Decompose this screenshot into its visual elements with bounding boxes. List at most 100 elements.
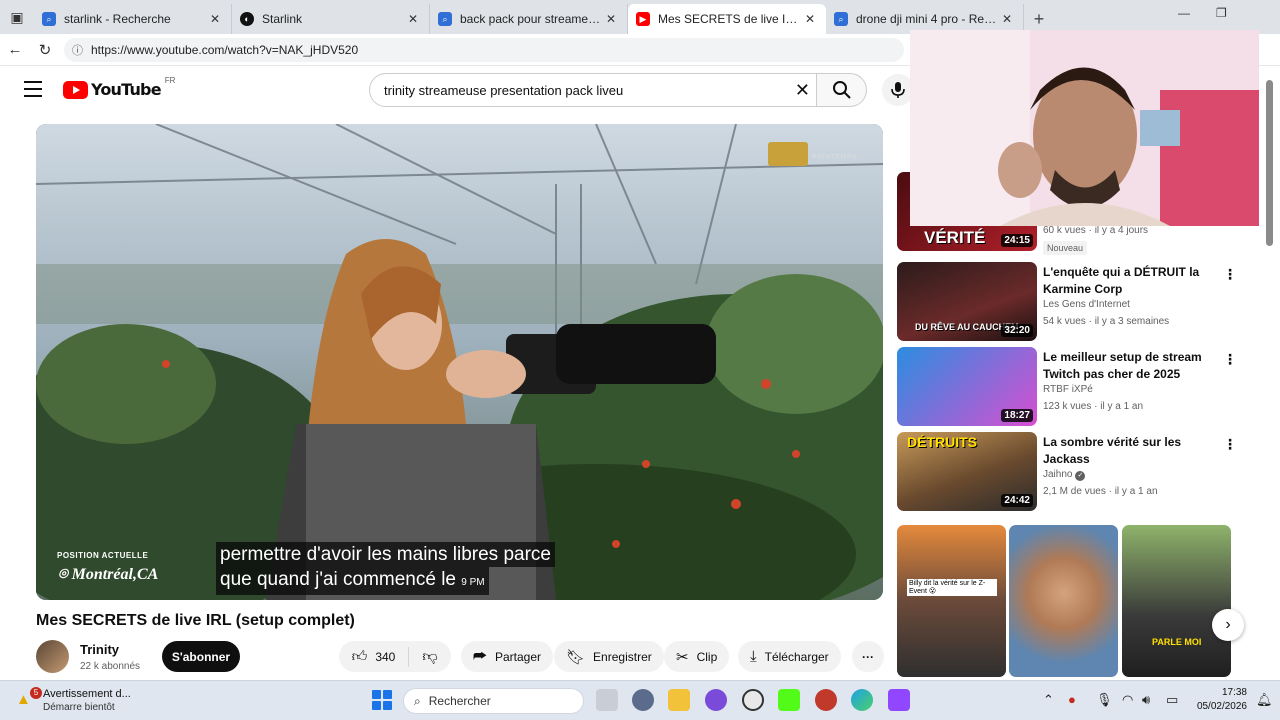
video-title[interactable]: Le meilleur setup de stream Twitch pas c… <box>1043 349 1211 383</box>
channel-name[interactable]: Trinity <box>80 642 119 657</box>
video-title[interactable]: L'enquête qui a DÉTRUIT la Karmine Corp <box>1043 264 1211 298</box>
windows-taskbar: ▲ 5 Avertissement d... Démarre bientôt ⌕… <box>0 680 1280 720</box>
short-overlay-text: Billy dit la vérité sur le Z-Event 😮 <box>907 579 997 596</box>
search-favicon-icon: ⌕ <box>834 12 848 26</box>
search-button[interactable] <box>817 73 867 107</box>
security-icon[interactable]: ● <box>1068 692 1076 707</box>
youtube-logo[interactable]: YouTube FR <box>63 76 175 99</box>
more-options-icon[interactable]: ⋮ <box>1223 351 1237 368</box>
video-frame-image <box>36 124 883 600</box>
microphone-tray-icon[interactable]: 🎙︎ <box>1096 692 1113 708</box>
channel-avatar[interactable] <box>36 640 69 673</box>
file-explorer-icon[interactable] <box>668 689 690 711</box>
search-icon <box>832 81 851 99</box>
scrollbar-thumb[interactable] <box>1266 80 1273 246</box>
clock-date: 05/02/2026 <box>1196 701 1247 712</box>
copilot-icon[interactable] <box>632 689 654 711</box>
starlink-favicon-icon: ◐ <box>240 12 254 26</box>
download-label: Télécharger <box>764 649 829 664</box>
share-button[interactable]: ⮫ Partager <box>461 641 553 672</box>
youtube-play-icon <box>63 80 88 99</box>
start-menu-icon[interactable] <box>372 690 392 710</box>
notification-widget[interactable]: ▲ 5 Avertissement d... Démarre bientôt <box>12 687 152 717</box>
sidebar-video-3[interactable]: DÉTRUITS 24:42 La sombre vérité sur les … <box>897 432 1237 512</box>
page-scrollbar[interactable] <box>1266 80 1273 675</box>
save-label: Enregistrer <box>593 649 652 664</box>
site-info-icon[interactable]: ⓘ <box>72 42 83 58</box>
minimize-icon[interactable]: — <box>1178 6 1190 20</box>
tab-starlink-search[interactable]: ⌕ starlink - Recherche ✕ <box>34 4 232 34</box>
subscribe-button[interactable]: S'abonner <box>162 641 240 672</box>
like-count: 340 <box>375 649 396 664</box>
thumbnail-text: VÉRITÉ <box>924 228 986 247</box>
tab-starlink[interactable]: ◐ Starlink ✕ <box>232 4 430 34</box>
volume-icon[interactable]: 🔊︎ <box>1142 692 1150 708</box>
download-button[interactable]: ⤓ Télécharger <box>738 641 841 672</box>
tab-title: starlink - Recherche <box>64 12 171 26</box>
tab-backpack-search[interactable]: ⌕ back pack pour streamer kick twitch ✕ <box>430 4 628 34</box>
notifications-bell-icon[interactable]: 🔔︎ <box>1256 692 1273 708</box>
sidebar-video-2[interactable]: 18:27 Le meilleur setup de stream Twitch… <box>897 347 1237 427</box>
short-item[interactable]: Billy dit la vérité sur le Z-Event 😮 <box>897 525 1006 677</box>
save-button[interactable]: 🔖︎ Enregistrer <box>554 641 664 672</box>
like-button[interactable]: 👍︎ 340 <box>339 646 409 667</box>
caption-timestamp: 9 PM <box>461 577 485 588</box>
tab-close-icon[interactable]: ✕ <box>802 12 818 26</box>
more-options-icon[interactable]: ⋮ <box>1223 266 1237 283</box>
bookmark-icon: 🔖︎ <box>566 648 586 666</box>
sidebar-video-1[interactable]: DU RÊVE AU CAUCHEM 32:20 L'enquête qui a… <box>897 262 1237 342</box>
canva-icon[interactable] <box>705 689 727 711</box>
clip-button[interactable]: ✂ Clip <box>664 641 730 672</box>
tab-close-icon[interactable]: ✕ <box>207 12 223 26</box>
system-clock[interactable]: 17:38 05/02/2026 <box>1191 686 1247 714</box>
caption-line-1: permettre d'avoir les mains libres parce <box>216 542 555 567</box>
short-item[interactable]: PARLE MOI <box>1122 525 1231 677</box>
reload-icon[interactable]: ↻ <box>30 35 60 65</box>
channel-name[interactable]: Jaihno ✓ <box>1043 469 1086 481</box>
kick-icon[interactable] <box>778 689 800 711</box>
location-label: POSITION ACTUELLE <box>57 551 149 560</box>
video-duration: 24:42 <box>1001 494 1033 507</box>
video-title[interactable]: La sombre vérité sur les Jackass <box>1043 434 1211 468</box>
url-field[interactable]: ⓘ https://www.youtube.com/watch?v=NAK_jH… <box>64 37 904 62</box>
video-meta: 60 k vues · il y a 4 jours <box>1043 225 1149 236</box>
search-input[interactable]: trinity streameuse presentation pack liv… <box>369 73 817 107</box>
task-view-icon[interactable] <box>596 689 618 711</box>
more-actions-icon[interactable]: ··· <box>852 641 884 672</box>
search-favicon-icon: ⌕ <box>438 12 452 26</box>
app-icon[interactable] <box>815 689 837 711</box>
channel-name[interactable]: RTBF iXPé <box>1043 384 1093 395</box>
maximize-icon[interactable]: ❐ <box>1216 6 1227 20</box>
chatgpt-icon[interactable] <box>742 689 764 711</box>
tab-close-icon[interactable]: ✕ <box>999 12 1015 26</box>
wifi-icon[interactable]: ◠ <box>1122 692 1133 708</box>
show-hidden-icons-icon[interactable]: ⌃ <box>1043 692 1054 708</box>
clear-search-icon[interactable]: ✕ <box>795 80 810 101</box>
battery-icon[interactable]: ▭ <box>1166 692 1178 708</box>
tab-youtube-video[interactable]: ▶ Mes SECRETS de live IRL (setup complet… <box>628 4 826 34</box>
taskbar-search[interactable]: ⌕ Rechercher <box>403 688 584 714</box>
video-thumbnail[interactable]: DU RÊVE AU CAUCHEM 32:20 <box>897 262 1037 341</box>
notification-count: 5 <box>30 687 42 699</box>
browser-tab-bar: ▣ ⌕ starlink - Recherche ✕ ◐ Starlink ✕ … <box>0 0 1280 34</box>
dislike-button[interactable]: 👎︎ <box>409 648 451 666</box>
workspaces-icon[interactable]: ▣ <box>0 0 34 34</box>
short-item[interactable] <box>1009 525 1118 677</box>
channel-name[interactable]: Les Gens d'Internet <box>1043 299 1130 310</box>
thumbs-down-icon: 👎︎ <box>422 647 438 665</box>
video-thumbnail[interactable]: DÉTRUITS 24:42 <box>897 432 1037 511</box>
menu-icon[interactable] <box>24 81 42 102</box>
more-options-icon[interactable]: ⋮ <box>1223 436 1237 453</box>
video-thumbnail[interactable]: 18:27 <box>897 347 1037 426</box>
twitch-icon[interactable] <box>888 689 910 711</box>
scissors-icon: ✂ <box>676 648 689 666</box>
next-arrow-icon[interactable]: › <box>1212 609 1244 641</box>
tab-close-icon[interactable]: ✕ <box>603 12 619 26</box>
edge-browser-icon[interactable] <box>851 689 873 711</box>
clock-time: 17:38 <box>1221 687 1247 698</box>
tab-close-icon[interactable]: ✕ <box>405 12 421 26</box>
back-arrow-icon[interactable]: ← <box>0 35 30 65</box>
video-player[interactable]: PRINTEMPS POSITION ACTUELLE ⌾ Montréal,C… <box>36 124 883 600</box>
notification-title: Avertissement d... <box>43 688 131 700</box>
thumbnail-text: DÉTRUITS <box>907 434 977 450</box>
